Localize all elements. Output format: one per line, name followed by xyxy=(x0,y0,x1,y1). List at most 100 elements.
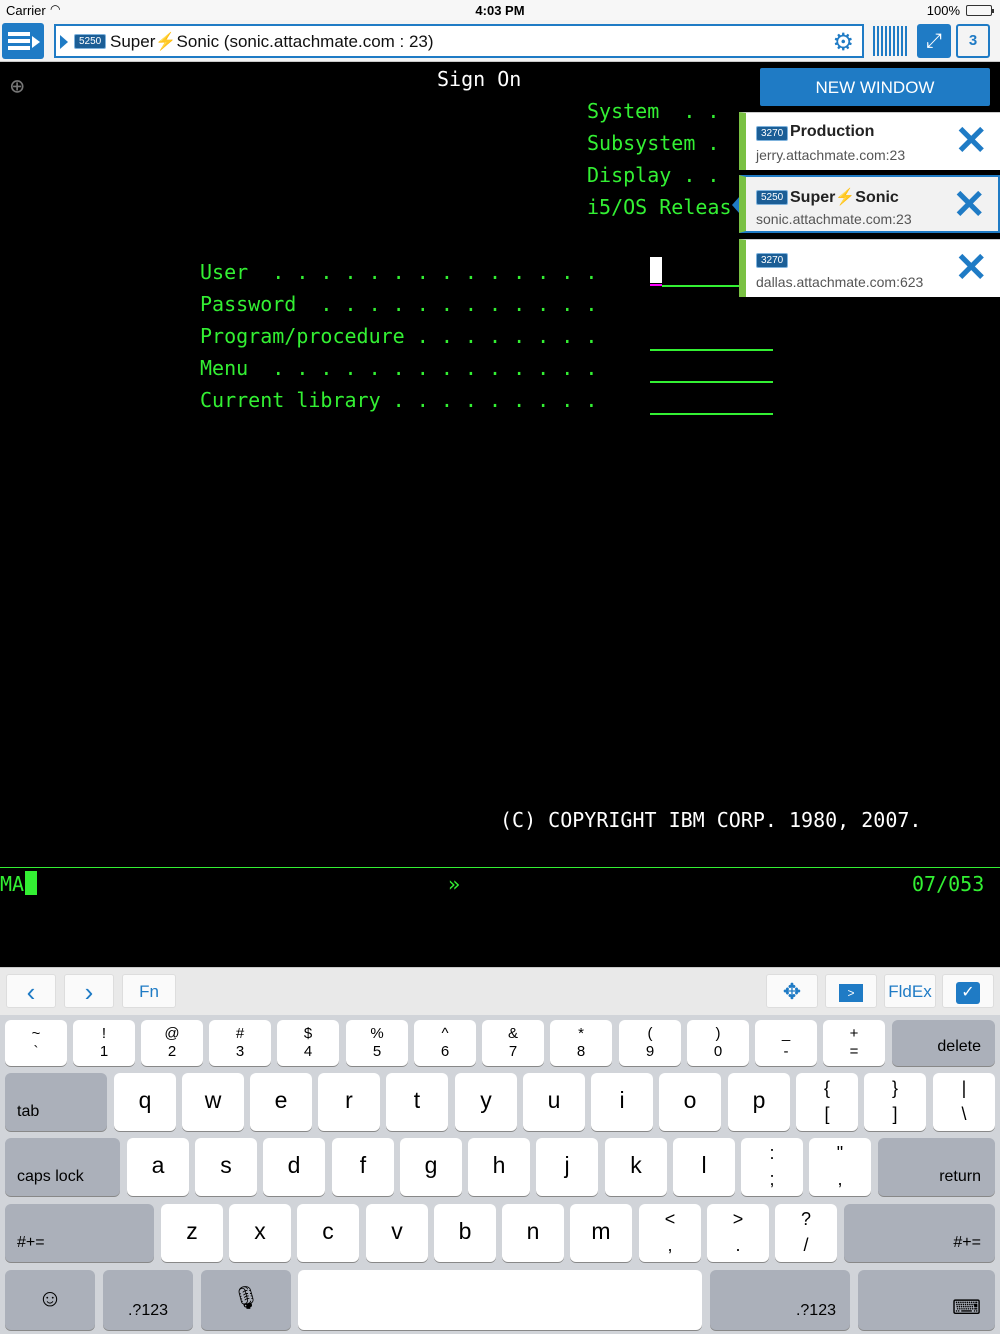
key-less-than[interactable]: <, xyxy=(639,1204,701,1262)
close-icon[interactable]: ✕ xyxy=(954,117,988,165)
session-host: jerry.attachmate.com:23 xyxy=(756,147,906,163)
key-colon[interactable]: :; xyxy=(741,1138,803,1196)
key-r[interactable]: r xyxy=(318,1073,380,1131)
password-label: Password . . . . . . . . . . . . xyxy=(200,292,598,316)
key-brace-left[interactable]: {[ xyxy=(796,1073,858,1131)
key-9[interactable]: (9 xyxy=(619,1020,681,1066)
shift-symbols-key-left[interactable]: #+= xyxy=(5,1204,154,1262)
key-m[interactable]: m xyxy=(570,1204,632,1262)
library-field[interactable] xyxy=(650,413,773,415)
key-w[interactable]: w xyxy=(182,1073,244,1131)
key-h[interactable]: h xyxy=(468,1138,530,1196)
release-label: i5/OS Releas xyxy=(587,195,732,219)
toolbar: 5250 Super⚡Sonic (sonic.attachmate.com :… xyxy=(0,20,1000,62)
key-y[interactable]: y xyxy=(455,1073,517,1131)
key-tilde[interactable]: ~ ` xyxy=(5,1020,67,1066)
key-c[interactable]: c xyxy=(297,1204,359,1262)
key-n[interactable]: n xyxy=(502,1204,564,1262)
enter-check-icon[interactable]: ✓ xyxy=(942,974,994,1008)
oia-indicator: » xyxy=(448,872,461,896)
caps-lock-key[interactable]: caps lock xyxy=(5,1138,120,1196)
sessions-count-icon[interactable]: 3 xyxy=(956,24,990,58)
session-type-badge: 3270 xyxy=(756,126,789,141)
key-minus[interactable]: _ - xyxy=(755,1020,817,1066)
key-u[interactable]: u xyxy=(523,1073,585,1131)
key-8[interactable]: * 8 xyxy=(550,1020,612,1066)
key-quote[interactable]: ", xyxy=(809,1138,871,1196)
menu-field[interactable] xyxy=(650,381,773,383)
session-type-badge: 5250 xyxy=(756,190,789,205)
microphone-icon[interactable]: 🎙 xyxy=(201,1270,291,1330)
tab-key[interactable]: tab xyxy=(5,1073,107,1131)
key-p[interactable]: p xyxy=(728,1073,790,1131)
zoom-in-icon[interactable]: ⊕ xyxy=(10,72,24,100)
user-field[interactable] xyxy=(662,285,740,287)
menu-label: Menu . . . . . . . . . . . . . . xyxy=(200,356,598,380)
delete-key[interactable]: delete xyxy=(892,1020,995,1066)
return-key[interactable]: return xyxy=(878,1138,995,1196)
session-item-dallas[interactable]: 3270 dallas.attachmate.com:623 ✕ xyxy=(739,239,1000,297)
copyright-text: (C) COPYRIGHT IBM CORP. 1980, 2007. xyxy=(500,808,922,832)
library-label: Current library . . . . . . . . . xyxy=(200,388,598,412)
key-l[interactable]: l xyxy=(673,1138,735,1196)
prev-field-button[interactable]: ‹ xyxy=(6,974,56,1008)
key-0[interactable]: ) 0 xyxy=(687,1020,749,1066)
key-6[interactable]: ^ 6 xyxy=(414,1020,476,1066)
session-title: Super⚡Sonic (sonic.attachmate.com : 23) xyxy=(110,32,434,51)
key-7[interactable]: & 7 xyxy=(482,1020,544,1066)
session-host: sonic.attachmate.com:23 xyxy=(756,211,912,227)
key-b[interactable]: b xyxy=(434,1204,496,1262)
key-brace-right[interactable]: }] xyxy=(864,1073,926,1131)
key-d[interactable]: d xyxy=(263,1138,325,1196)
key-a[interactable]: a xyxy=(127,1138,189,1196)
key-k[interactable]: k xyxy=(605,1138,667,1196)
key-f[interactable]: f xyxy=(332,1138,394,1196)
numbers-key-right[interactable]: .?123 xyxy=(710,1270,850,1330)
key-z[interactable]: z xyxy=(161,1204,223,1262)
key-2[interactable]: @2 xyxy=(141,1020,203,1066)
close-icon[interactable]: ✕ xyxy=(952,181,986,229)
key-5[interactable]: % 5 xyxy=(346,1020,408,1066)
key-1[interactable]: ! 1 xyxy=(73,1020,135,1066)
key-i[interactable]: i xyxy=(591,1073,653,1131)
key-s[interactable]: s xyxy=(195,1138,257,1196)
key-t[interactable]: t xyxy=(386,1073,448,1131)
key-greater-than[interactable]: >. xyxy=(707,1204,769,1262)
key-equals[interactable]: + = xyxy=(823,1020,885,1066)
move-icon[interactable]: ✥ xyxy=(766,974,818,1008)
key-question[interactable]: ? / xyxy=(775,1204,837,1262)
emoji-icon[interactable]: ☺ xyxy=(5,1270,95,1330)
session-host: dallas.attachmate.com:623 xyxy=(756,274,924,290)
close-icon[interactable]: ✕ xyxy=(954,244,988,292)
key-4[interactable]: $4 xyxy=(277,1020,339,1066)
key-o[interactable]: o xyxy=(659,1073,721,1131)
gear-icon[interactable]: ⚙ xyxy=(832,28,854,57)
fullscreen-icon[interactable]: ⤢ xyxy=(917,24,951,58)
on-screen-keyboard: ~ ` ! 1 @2 #3 $4 % 5 ^ 6 & 7 * 8 (9 ) 0 _ - + = d… xyxy=(0,1015,1000,1334)
key-q[interactable]: q xyxy=(114,1073,176,1131)
key-e[interactable]: e xyxy=(250,1073,312,1131)
session-item-supersonic[interactable]: 5250 Super⚡Sonic sonic.attachmate.com:23… xyxy=(739,175,1000,233)
new-window-button[interactable]: NEW WINDOW xyxy=(760,68,990,106)
display-label: Display . . xyxy=(587,163,720,187)
session-selector[interactable]: 5250 Super⚡Sonic (sonic.attachmate.com :… xyxy=(54,24,864,58)
fldex-button[interactable]: FldEx xyxy=(884,974,936,1008)
key-j[interactable]: j xyxy=(536,1138,598,1196)
session-item-production[interactable]: 3270 Production jerry.attachmate.com:23 … xyxy=(739,112,1000,170)
menu-button[interactable] xyxy=(2,23,44,59)
program-field[interactable] xyxy=(650,349,773,351)
key-x[interactable]: x xyxy=(229,1204,291,1262)
key-pipe[interactable]: | \ xyxy=(933,1073,995,1131)
next-field-button[interactable]: › xyxy=(64,974,114,1008)
screen-title: Sign On xyxy=(437,67,522,91)
key-3[interactable]: #3 xyxy=(209,1020,271,1066)
key-v[interactable]: v xyxy=(366,1204,428,1262)
hide-keyboard-icon[interactable]: ⌨ xyxy=(858,1270,995,1330)
terminal-icon[interactable]: > xyxy=(825,974,877,1008)
key-g[interactable]: g xyxy=(400,1138,462,1196)
shift-symbols-key-right[interactable]: #+= xyxy=(844,1204,995,1262)
fn-button[interactable]: Fn xyxy=(122,974,176,1008)
space-bar[interactable] xyxy=(298,1270,702,1330)
barcode-icon[interactable] xyxy=(873,24,907,58)
numbers-key-left[interactable]: .?123 xyxy=(103,1270,193,1330)
